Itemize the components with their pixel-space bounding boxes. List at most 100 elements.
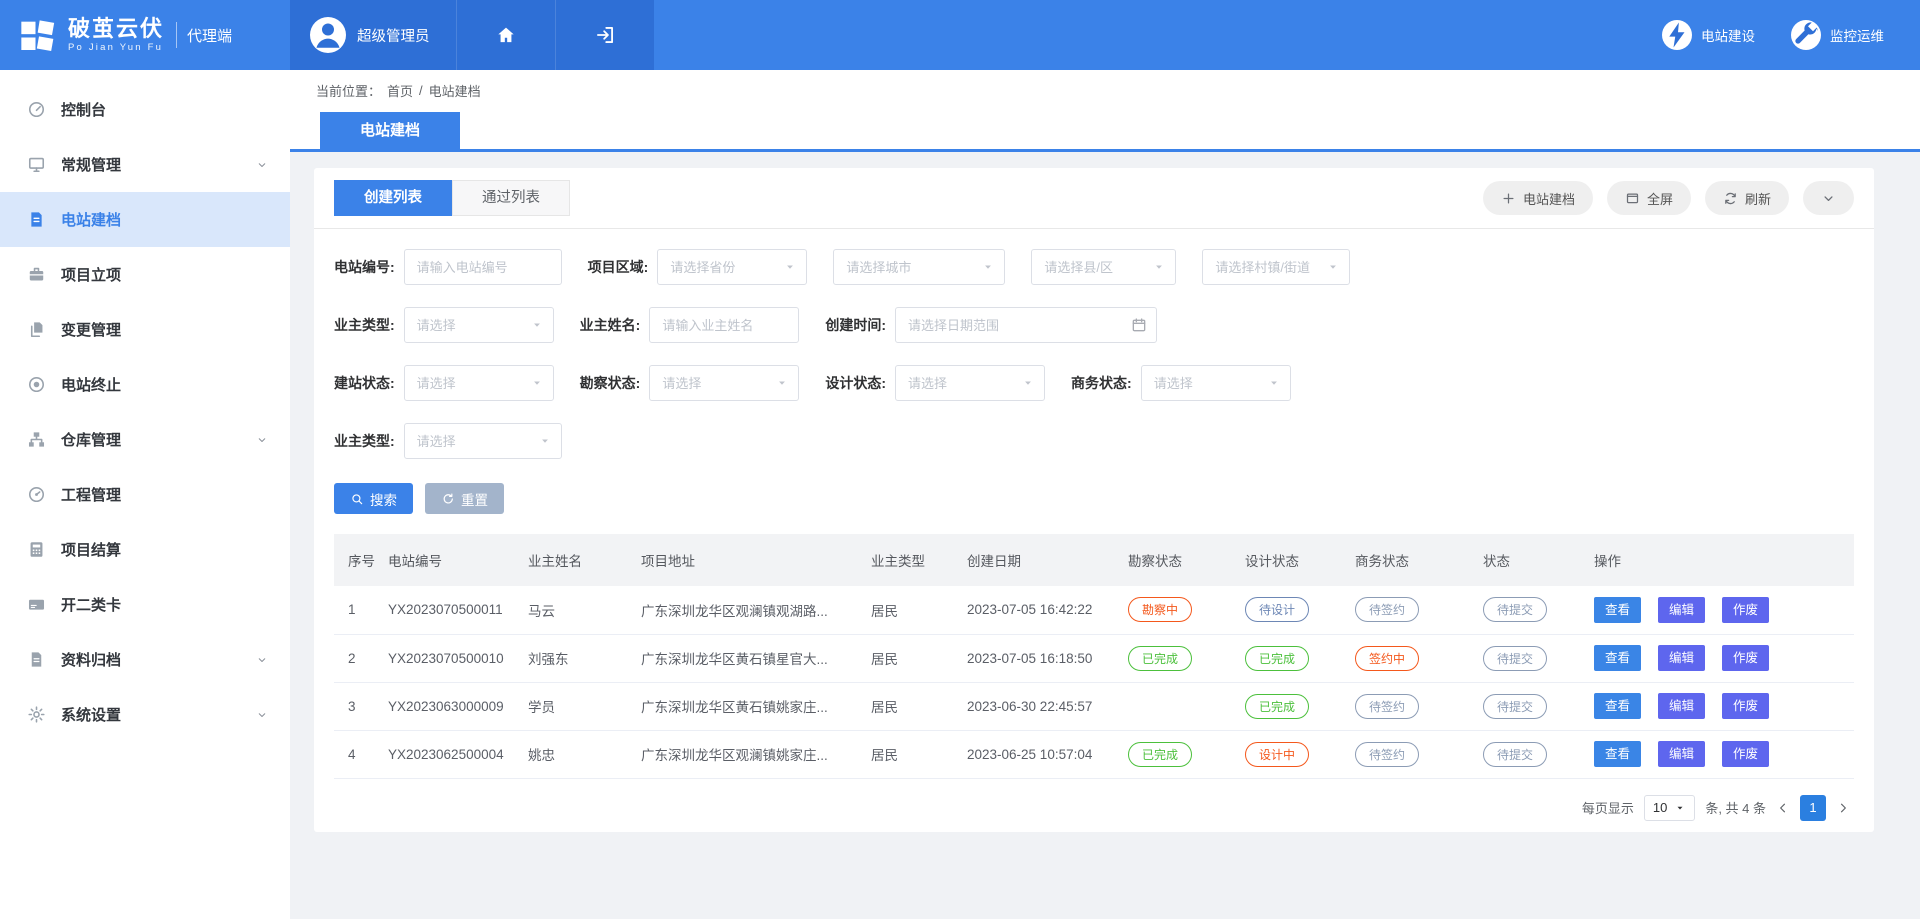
topbar-user-section: 超级管理员 (290, 0, 654, 70)
tab-create-list[interactable]: 创建列表 (334, 180, 452, 216)
toolbar-buttons: 电站建档全屏刷新 (1483, 181, 1854, 215)
filter-label: 项目区域: (588, 257, 649, 277)
filter-survey-status: 勘察状态: (580, 365, 800, 401)
owner-type: 居民 (867, 586, 963, 634)
archive-icon (27, 650, 46, 669)
quick-link-2[interactable]: 监控运维 (1791, 20, 1884, 50)
caret-down-icon (1674, 802, 1686, 814)
home-button[interactable] (456, 0, 555, 70)
row-index: 4 (334, 730, 384, 778)
date-range-date-input[interactable] (896, 308, 1156, 342)
filter-label: 勘察状态: (580, 373, 641, 393)
table-row: 3YX2023063000009学员广东深圳龙华区黄石镇姚家庄...居民2023… (334, 682, 1854, 730)
town-select[interactable] (1203, 250, 1349, 284)
view-button[interactable]: 查看 (1594, 693, 1641, 719)
created-date: 2023-06-25 10:57:04 (963, 730, 1124, 778)
breadcrumb-home-link[interactable]: 首页 (387, 81, 413, 100)
sidebar-item-10[interactable]: 开二类卡 (0, 577, 290, 632)
tab-passed-list[interactable]: 通过列表 (452, 180, 570, 216)
edit-button[interactable]: 编辑 (1658, 645, 1705, 671)
owner-name: 刘强东 (524, 634, 637, 682)
edit-button[interactable]: 编辑 (1658, 693, 1705, 719)
void-button[interactable]: 作废 (1722, 645, 1769, 671)
design-status-cell: 已完成 (1241, 634, 1351, 682)
province-select[interactable] (658, 250, 806, 284)
owner-name-input[interactable] (650, 308, 798, 342)
filter-station-code: 电站编号: (334, 249, 562, 285)
created-date: 2023-07-05 16:18:50 (963, 634, 1124, 682)
view-button[interactable]: 查看 (1594, 741, 1641, 767)
county-select[interactable] (1032, 250, 1175, 284)
owner-type-select[interactable] (405, 308, 553, 342)
status-badge: 待提交 (1483, 742, 1547, 767)
gauge-icon (27, 485, 46, 504)
user-menu[interactable]: 超级管理员 (290, 0, 456, 70)
edit-button[interactable]: 编辑 (1658, 741, 1705, 767)
brand: 破茧云伏 Po Jian Yun Fu 代理端 (0, 0, 290, 70)
sidebar-item-9[interactable]: 项目结算 (0, 522, 290, 577)
owner-name: 姚忠 (524, 730, 637, 778)
table-row: 4YX2023062500004姚忠广东深圳龙华区观澜镇姚家庄...居民2023… (334, 730, 1854, 778)
edit-button[interactable]: 编辑 (1658, 597, 1705, 623)
city-select[interactable] (834, 250, 1004, 284)
per-page-select[interactable]: 10 (1644, 795, 1695, 821)
sidebar-item-7[interactable]: 仓库管理 (0, 412, 290, 467)
sidebar-item-label: 开二类卡 (61, 594, 121, 615)
owner-type: 居民 (867, 634, 963, 682)
topbar-quick-links: 电站建设 监控运维 (1662, 0, 1920, 70)
more-actions-button[interactable] (1803, 181, 1854, 215)
quick-link-1[interactable]: 电站建设 (1662, 20, 1755, 50)
sidebar-item-label: 系统设置 (61, 704, 121, 725)
void-button[interactable]: 作废 (1722, 741, 1769, 767)
sidebar-item-8[interactable]: 工程管理 (0, 467, 290, 522)
project-address: 广东深圳龙华区黄石镇姚家庄... (637, 682, 867, 730)
sidebar-item-3[interactable]: 电站建档 (0, 192, 290, 247)
content: 当前位置： 首页 / 电站建档 电站建档 创建列表通过列表 电站建档全屏刷新 电… (290, 70, 1920, 919)
column-header: 商务状态 (1351, 534, 1479, 586)
brand-logo-icon (18, 15, 58, 55)
survey-status-cell: 已完成 (1124, 730, 1241, 778)
search-button[interactable]: 搜索 (334, 483, 413, 514)
status-badge: 已完成 (1128, 646, 1192, 671)
sidebar-item-11[interactable]: 资料归档 (0, 632, 290, 687)
station-code-input[interactable] (405, 250, 561, 284)
survey-status-cell: 已完成 (1124, 634, 1241, 682)
status-badge: 勘察中 (1128, 597, 1192, 622)
logout-button[interactable] (555, 0, 654, 70)
sidebar-item-5[interactable]: 变更管理 (0, 302, 290, 357)
reset-button[interactable]: 重置 (425, 483, 504, 514)
fullscreen-button[interactable]: 全屏 (1607, 181, 1691, 215)
void-button[interactable]: 作废 (1722, 693, 1769, 719)
topbar: 破茧云伏 Po Jian Yun Fu 代理端 超级管理员 电站建设 监控运维 (0, 0, 1920, 70)
void-button[interactable]: 作废 (1722, 597, 1769, 623)
refresh-button[interactable]: 刷新 (1705, 181, 1789, 215)
sidebar-item-label: 常规管理 (61, 154, 121, 175)
total-count-label: 条, 共 4 条 (1705, 798, 1766, 817)
card-toolbar: 创建列表通过列表 电站建档全屏刷新 (314, 168, 1874, 229)
sidebar-item-6[interactable]: 电站终止 (0, 357, 290, 412)
prev-page-button[interactable] (1776, 801, 1790, 815)
filter-actions: 搜索 重置 (314, 481, 1874, 514)
page-1-button[interactable]: 1 (1800, 795, 1826, 821)
sidebar-item-12[interactable]: 系统设置 (0, 687, 290, 742)
sidebar-item-label: 项目结算 (61, 539, 121, 560)
create-station-button[interactable]: 电站建档 (1483, 181, 1593, 215)
sidebar-item-4[interactable]: 项目立项 (0, 247, 290, 302)
view-button[interactable]: 查看 (1594, 597, 1641, 623)
sidebar-item-1[interactable]: 控制台 (0, 82, 290, 137)
page-tab-station-archive[interactable]: 电站建档 (320, 112, 460, 149)
sidebar-item-2[interactable]: 常规管理 (0, 137, 290, 192)
view-button[interactable]: 查看 (1594, 645, 1641, 671)
business-status-select[interactable] (1142, 366, 1290, 400)
page-body: 创建列表通过列表 电站建档全屏刷新 电站编号:项目区域:业主类型:业主姓名:创建… (290, 152, 1920, 919)
build-status-select[interactable] (405, 366, 553, 400)
brand-subtitle: Po Jian Yun Fu (68, 42, 164, 53)
actions-cell: 查看编辑作废 (1590, 682, 1854, 730)
owner-type-2-select[interactable] (405, 424, 561, 458)
refresh-icon (1723, 191, 1738, 206)
survey-status-select[interactable] (650, 366, 798, 400)
actions-cell: 查看编辑作废 (1590, 586, 1854, 634)
breadcrumb-prefix: 当前位置： (316, 81, 381, 100)
next-page-button[interactable] (1836, 801, 1850, 815)
design-status-select[interactable] (896, 366, 1044, 400)
